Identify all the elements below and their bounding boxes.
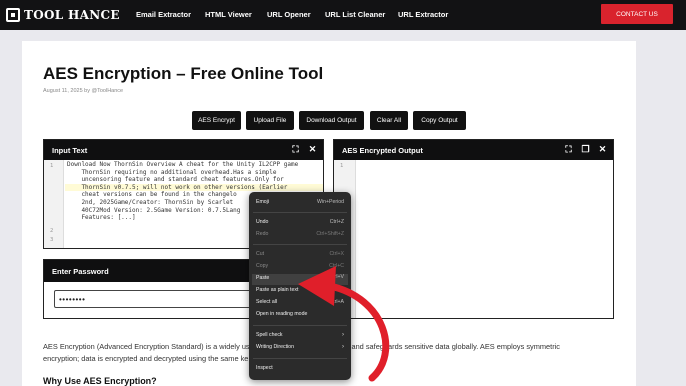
menu-item-label: Emoji <box>256 199 269 205</box>
menu-item-label: Inspect <box>256 365 273 371</box>
top-navigation-bar: TOOL HANCE Email Extractor HTML Viewer U… <box>0 0 686 30</box>
menu-item-emoji[interactable]: Emoji Win+Period <box>256 199 348 209</box>
site-logo[interactable]: TOOL HANCE <box>6 6 120 24</box>
post-meta: August 11, 2025 by @ToolHance <box>43 88 124 94</box>
menu-separator <box>253 244 347 245</box>
line-number: 3 <box>50 237 54 243</box>
menu-item-label: Redo <box>256 231 269 237</box>
page-title: AES Encryption – Free Online Tool <box>43 64 324 83</box>
download-output-button[interactable]: Download Output <box>299 111 364 130</box>
menu-item-label: Cut <box>256 251 265 257</box>
nav-url-opener[interactable]: URL Opener <box>267 10 311 19</box>
menu-separator <box>253 212 347 213</box>
section-heading: Why Use AES Encryption? <box>43 376 157 386</box>
clear-all-button[interactable]: Clear All <box>370 111 408 130</box>
line-number: 1 <box>340 163 344 169</box>
nav-url-list-cleaner[interactable]: URL List Cleaner <box>325 10 385 19</box>
output-panel-header: AES Encrypted Output ⛶ ❐ ✕ <box>334 140 613 160</box>
copy-icon[interactable]: ❐ <box>581 145 590 154</box>
intro-text-start: AES Encryption (Advanced Encryption Stan… <box>43 342 254 351</box>
close-icon[interactable]: ✕ <box>308 145 317 154</box>
upload-file-button[interactable]: Upload File <box>246 111 294 130</box>
line-number: 1 <box>50 163 54 169</box>
copy-output-button[interactable]: Copy Output <box>413 111 466 130</box>
menu-item-label: Select all <box>256 299 278 305</box>
logo-icon <box>6 8 20 22</box>
aes-encrypt-button[interactable]: AES Encrypt <box>192 111 241 130</box>
menu-item-label: Paste <box>256 275 270 281</box>
menu-item-shortcut: Ctrl+Shift+Z <box>316 231 344 237</box>
contact-us-button[interactable]: CONTACT US <box>601 4 673 24</box>
nav-email-extractor[interactable]: Email Extractor <box>136 10 191 19</box>
menu-item-undo[interactable]: Undo Ctrl+Z <box>256 219 348 229</box>
menu-item-label: Copy <box>256 263 269 269</box>
menu-item-shortcut: Ctrl+X <box>329 251 344 257</box>
menu-item-redo[interactable]: Redo Ctrl+Shift+Z <box>256 231 348 241</box>
menu-item-label: Undo <box>256 219 269 225</box>
line-number-gutter: 1 2 3 <box>44 160 64 248</box>
nav-html-viewer[interactable]: HTML Viewer <box>205 10 252 19</box>
line-number: 2 <box>50 228 54 234</box>
annotation-arrow-icon <box>298 266 390 382</box>
fullscreen-icon[interactable]: ⛶ <box>291 145 300 154</box>
fullscreen-icon[interactable]: ⛶ <box>564 145 573 154</box>
nav-url-extractor[interactable]: URL Extractor <box>398 10 448 19</box>
input-panel-header: Input Text ⛶ ✕ <box>44 140 323 160</box>
input-panel-title: Input Text <box>52 145 88 155</box>
menu-item-shortcut: Win+Period <box>317 199 344 205</box>
menu-item-shortcut: Ctrl+Z <box>329 219 344 225</box>
logo-text: TOOL HANCE <box>24 8 120 22</box>
output-panel-title: AES Encrypted Output <box>342 145 423 155</box>
close-icon[interactable]: ✕ <box>598 145 607 154</box>
menu-item-label: Spell check <box>256 332 283 338</box>
menu-item-label: Writing Direction <box>256 344 294 350</box>
